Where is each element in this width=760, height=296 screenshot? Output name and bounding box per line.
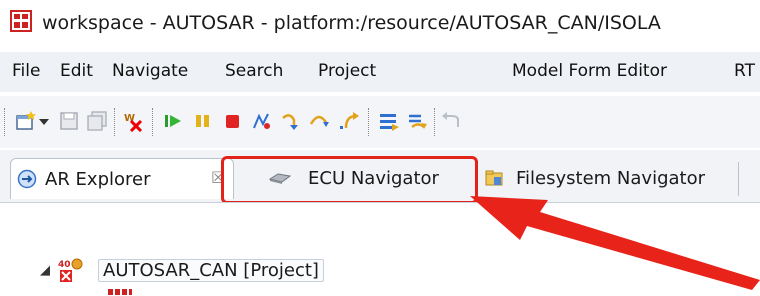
filesystem-navigator-icon [485,170,503,186]
connect-icon[interactable] [406,110,428,132]
step-over-icon[interactable] [308,110,330,132]
ar-explorer-icon [17,169,37,189]
save-icon[interactable] [58,110,80,132]
window-titlebar: workspace - AUTOSAR - platform:/resource… [0,0,760,44]
menu-project[interactable]: Project [318,61,376,81]
tab-ar-explorer[interactable]: AR Explorer ☒ [10,158,234,199]
tree-project-label: AUTOSAR_CAN [Project] [98,259,324,282]
toolbar-separator [368,108,370,136]
ecu-navigator-highlight [221,156,478,204]
disconnect-icon[interactable] [250,110,272,132]
menu-file[interactable]: File [12,61,40,81]
menu-navigate[interactable]: Navigate [112,61,188,81]
explorer-content-pane: ◢ 40 AUTOSAR_CAN [Project] [0,202,760,296]
autosar-app-icon [10,10,32,32]
menu-search[interactable]: Search [225,61,283,81]
toolbar-separator [114,108,116,136]
tab-filesystem-navigator[interactable]: Filesystem Navigator [480,158,742,198]
menu-model-form-editor[interactable]: Model Form Editor [512,61,667,81]
stop-icon[interactable] [222,110,244,132]
toolbar-separator [152,108,154,136]
menu-edit[interactable]: Edit [60,61,93,81]
save-all-icon[interactable] [86,110,108,132]
tab-ar-explorer-label: AR Explorer [45,169,151,190]
new-wizard-icon[interactable] [14,110,36,132]
toolbar-separator [4,108,6,136]
step-return-icon[interactable] [338,110,360,132]
play-icon[interactable] [162,110,184,132]
back-icon[interactable] [440,110,462,132]
tree-expand-toggle[interactable]: ◢ [40,263,50,278]
tab-divider [738,162,739,196]
autosar-project-icon: 40 [58,258,83,282]
pause-icon[interactable] [192,110,214,132]
step-into-icon[interactable] [280,110,302,132]
dropdown-arrow-icon[interactable] [38,110,50,132]
window-title: workspace - AUTOSAR - platform:/resource… [42,12,661,34]
menu-rt[interactable]: RT [734,61,755,81]
menu-bar: File Edit Navigate Search Project Model … [0,52,760,92]
child-node-icon [108,289,132,295]
main-toolbar: W [0,96,760,148]
tab-filesystem-navigator-label: Filesystem Navigator [516,168,705,189]
svg-text:40: 40 [58,260,71,270]
validate-icon[interactable]: W [122,110,144,132]
toolbar-separator [434,108,436,136]
filter-icon[interactable] [378,110,400,132]
